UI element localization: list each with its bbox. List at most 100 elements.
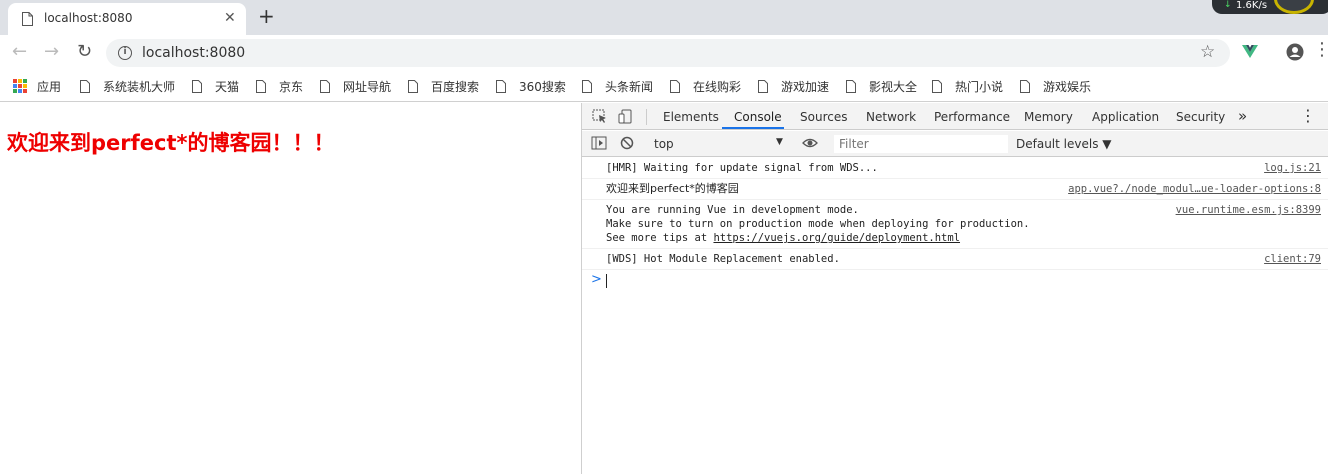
bookmark-item[interactable]: 360搜索 [496, 77, 566, 95]
page-heading: 欢迎来到perfect*的博客园！！！ [7, 131, 335, 155]
more-tabs-chevron-icon[interactable]: » [1238, 107, 1247, 125]
info-icon[interactable]: i [118, 46, 132, 60]
bookmark-item[interactable]: 京东 [256, 77, 303, 95]
bookmark-item[interactable]: 热门小说 [932, 77, 1003, 95]
bookmark-item[interactable]: 网址导航 [320, 77, 391, 95]
devtools-menu-icon[interactable]: ⋮ [1300, 108, 1316, 124]
device-toolbar-icon[interactable] [618, 109, 634, 124]
page-icon [192, 79, 202, 93]
page-icon [496, 79, 506, 93]
bookmark-label: 360搜索 [519, 79, 566, 94]
bookmark-item[interactable]: 影视大全 [846, 77, 917, 95]
page-viewport: 欢迎来到perfect*的博客园！！！ [0, 103, 581, 474]
tab-sources[interactable]: Sources [800, 110, 847, 124]
prompt-chevron-icon: > [591, 272, 602, 287]
page-icon [256, 79, 266, 93]
message-text: See more tips at https://vuejs.org/guide… [606, 231, 1321, 245]
browser-toolbar: ← → ↻ i localhost:8080 ☆ ⋮ [0, 35, 1328, 70]
active-tab-indicator [722, 127, 784, 129]
tab-console[interactable]: Console [734, 110, 782, 124]
bookmark-label: 百度搜索 [431, 79, 480, 94]
text-caret [606, 274, 607, 288]
dropdown-arrow-icon[interactable]: ▼ [776, 137, 783, 147]
bookmark-label: 游戏加速 [781, 79, 830, 94]
page-icon [1020, 79, 1030, 93]
console-message: [HMR] Waiting for update signal from WDS… [582, 158, 1328, 179]
profile-icon[interactable] [1286, 43, 1304, 61]
bookmark-label: 游戏娱乐 [1043, 79, 1092, 94]
toolbar-divider [646, 109, 647, 125]
bookmark-label: 影视大全 [869, 79, 918, 94]
apps-grid-icon [13, 79, 27, 93]
page-icon [80, 79, 90, 93]
tab-strip: localhost:8080 ✕ + ↓ 1.6K/s [0, 0, 1328, 35]
page-icon [846, 79, 856, 93]
message-source-link[interactable]: log.js:21 [1264, 161, 1321, 175]
message-source-link[interactable]: vue.runtime.esm.js:8399 [1176, 203, 1321, 217]
message-source-link[interactable]: client:79 [1264, 252, 1321, 266]
message-text-prefix: See more tips at [606, 232, 714, 244]
devtools-panel: Elements Console Sources Network Perform… [581, 103, 1328, 474]
bookmarks-bar: 应用 系统装机大师 天猫 京东 网址导航 百度搜索 360搜索 头条新闻 在线购… [0, 70, 1328, 102]
speed-ring-icon [1274, 0, 1314, 14]
bookmark-item[interactable]: 百度搜索 [408, 77, 479, 95]
bookmark-star-icon[interactable]: ☆ [1200, 42, 1215, 62]
bookmark-label: 天猫 [215, 79, 240, 94]
log-levels-dropdown[interactable]: Default levels ▼ [1016, 137, 1112, 151]
new-tab-button[interactable]: + [258, 6, 275, 26]
bookmark-item[interactable]: 在线购彩 [670, 77, 741, 95]
console-message: [WDS] Hot Module Replacement enabled. cl… [582, 249, 1328, 270]
message-text: [WDS] Hot Module Replacement enabled. [606, 253, 840, 265]
tab-elements[interactable]: Elements [663, 110, 719, 124]
page-icon [670, 79, 680, 93]
console-message: 欢迎来到perfect*的博客园 app.vue?./node_modul…ue… [582, 179, 1328, 200]
vue-devtools-extension-icon[interactable] [1242, 43, 1258, 59]
browser-menu-icon[interactable]: ⋮ [1313, 41, 1328, 59]
back-button[interactable]: ← [12, 43, 27, 61]
bookmark-item[interactable]: 游戏加速 [758, 77, 829, 95]
page-icon [320, 79, 330, 93]
page-icon [22, 12, 33, 26]
forward-button[interactable]: → [44, 43, 59, 61]
tab-title: localhost:8080 [44, 11, 133, 25]
reload-button[interactable]: ↻ [77, 43, 92, 61]
page-icon [932, 79, 942, 93]
devtools-tab-bar: Elements Console Sources Network Perform… [582, 103, 1328, 130]
bookmark-label: 热门小说 [955, 79, 1004, 94]
console-messages: [HMR] Waiting for update signal from WDS… [582, 158, 1328, 290]
address-bar[interactable]: i localhost:8080 ☆ [106, 39, 1230, 67]
vue-deployment-link[interactable]: https://vuejs.org/guide/deployment.html [713, 232, 960, 244]
url-text[interactable]: localhost:8080 [142, 45, 245, 61]
bookmark-item[interactable]: 系统装机大师 [80, 77, 175, 95]
tab-security[interactable]: Security [1176, 110, 1225, 124]
tab-memory[interactable]: Memory [1024, 110, 1073, 124]
bookmark-label: 应用 [37, 79, 62, 94]
close-tab-icon[interactable]: ✕ [224, 11, 236, 25]
download-arrow-icon: ↓ [1224, 0, 1232, 10]
browser-tab[interactable]: localhost:8080 ✕ [8, 3, 246, 35]
bookmark-apps[interactable]: 应用 [13, 77, 61, 95]
bookmark-item[interactable]: 天猫 [192, 77, 239, 95]
tab-network[interactable]: Network [866, 110, 916, 124]
tab-application[interactable]: Application [1092, 110, 1159, 124]
console-filter-input[interactable] [834, 135, 1008, 153]
bookmark-label: 网址导航 [343, 79, 392, 94]
page-icon [582, 79, 592, 93]
clear-console-icon[interactable] [620, 136, 636, 151]
bookmark-item[interactable]: 头条新闻 [582, 77, 653, 95]
live-expression-eye-icon[interactable] [802, 136, 818, 151]
context-selector[interactable]: top [654, 137, 784, 151]
tab-performance[interactable]: Performance [934, 110, 1010, 124]
network-speed-widget: ↓ 1.6K/s [1212, 0, 1328, 14]
sidebar-toggle-icon[interactable] [591, 136, 607, 151]
page-icon [408, 79, 418, 93]
bookmark-label: 系统装机大师 [103, 79, 176, 94]
page-icon [758, 79, 768, 93]
console-prompt[interactable]: > [582, 270, 1328, 290]
bookmark-label: 头条新闻 [605, 79, 654, 94]
message-text: Make sure to turn on production mode whe… [606, 218, 1030, 230]
inspect-element-icon[interactable] [592, 109, 608, 124]
bookmark-item[interactable]: 游戏娱乐 [1020, 77, 1091, 95]
network-speed: 1.6K/s [1236, 0, 1268, 11]
message-source-link[interactable]: app.vue?./node_modul…ue-loader-options:8 [1068, 182, 1321, 196]
